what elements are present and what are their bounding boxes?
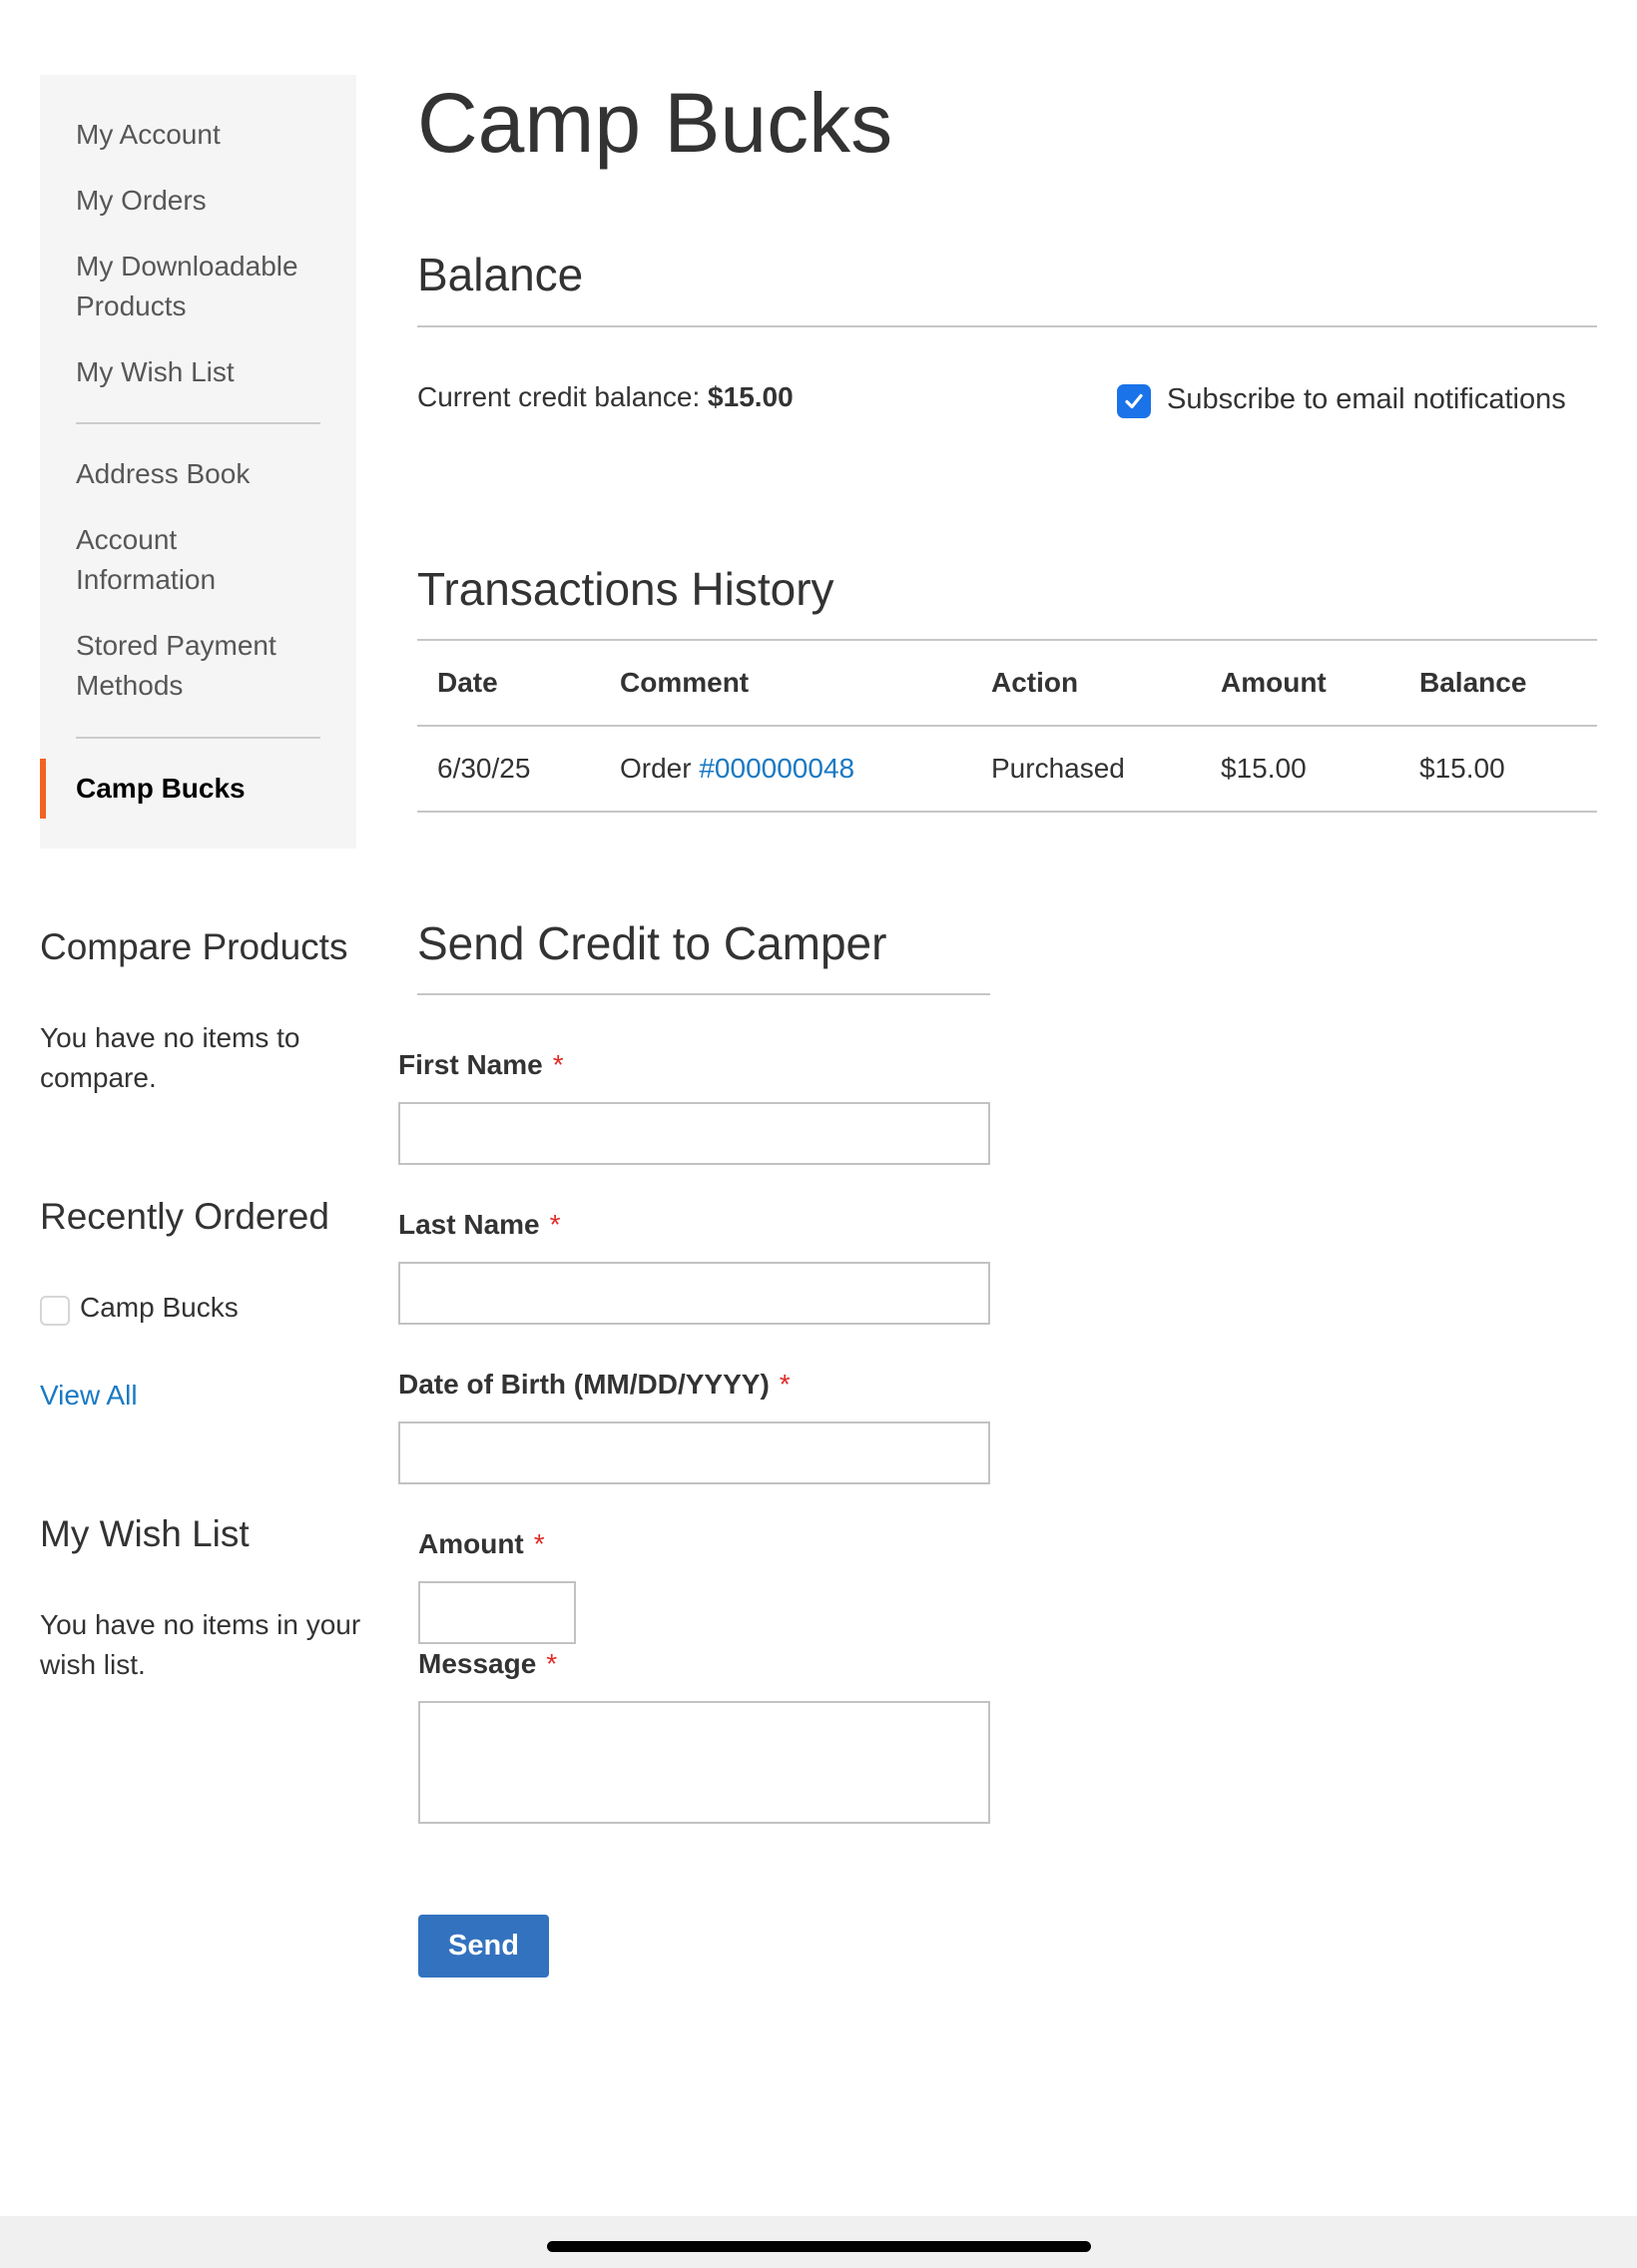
checkmark-icon — [1125, 393, 1143, 409]
dob-input[interactable] — [398, 1421, 990, 1484]
required-marker: * — [546, 1648, 558, 1679]
send-credit-title: Send Credit to Camper — [417, 917, 887, 969]
dob-label-text: Date of Birth (MM/DD/YYYY) — [398, 1369, 770, 1400]
recent-item-label: Camp Bucks — [80, 1292, 239, 1323]
message-textarea[interactable] — [418, 1701, 990, 1824]
nav-item-stored-payment-methods[interactable]: Stored Payment Methods — [76, 626, 315, 706]
last-name-label-text: Last Name — [398, 1209, 540, 1240]
balance-rule — [417, 325, 1597, 327]
home-indicator — [547, 2241, 1091, 2252]
amount-input[interactable] — [418, 1581, 576, 1644]
amount-label: Amount * — [418, 1524, 545, 1564]
credit-balance-value: $15.00 — [708, 381, 794, 412]
column-header-balance: Balance — [1399, 639, 1597, 727]
last-name-label: Last Name * — [398, 1205, 561, 1245]
column-header-action: Action — [971, 639, 1201, 727]
wishlist-empty-text: You have no items in your wish list. — [40, 1609, 361, 1680]
message-label-text: Message — [418, 1648, 537, 1679]
credit-balance-label: Current credit balance: — [417, 381, 701, 412]
last-name-input[interactable] — [398, 1262, 990, 1325]
wishlist-title: My Wish List — [40, 1513, 250, 1554]
subscribe-checkbox[interactable] — [1117, 384, 1151, 418]
account-nav: My Account My Orders My Downloadable Pro… — [40, 75, 356, 849]
required-marker: * — [552, 1049, 564, 1080]
message-label: Message * — [418, 1644, 557, 1684]
transactions-title: Transactions History — [417, 563, 834, 615]
dob-label: Date of Birth (MM/DD/YYYY) * — [398, 1365, 791, 1405]
balance-title: Balance — [417, 249, 584, 300]
send-button[interactable]: Send — [418, 1915, 549, 1978]
subscribe-label[interactable]: Subscribe to email notifications — [1167, 379, 1566, 419]
nav-item-camp-bucks[interactable]: Camp Bucks — [76, 769, 246, 809]
nav-item-my-account[interactable]: My Account — [76, 115, 221, 155]
recently-ordered-title: Recently Ordered — [40, 1196, 329, 1237]
cell-amount: $15.00 — [1201, 726, 1399, 813]
order-link[interactable]: #000000048 — [699, 753, 854, 784]
table-row: 6/30/25 Order #000000048 Purchased $15.0… — [417, 726, 1597, 813]
cell-date: 6/30/25 — [417, 726, 600, 813]
amount-label-text: Amount — [418, 1528, 524, 1559]
credit-balance: Current credit balance: $15.00 — [417, 377, 794, 417]
cell-action: Purchased — [971, 726, 1201, 813]
nav-item-my-downloadable-products[interactable]: My Downloadable Products — [76, 247, 335, 326]
page-title: Camp Bucks — [417, 76, 893, 170]
nav-divider — [76, 422, 320, 424]
table-header-row: Date Comment Action Amount Balance — [417, 639, 1597, 727]
column-header-comment: Comment — [600, 639, 971, 727]
nav-item-account-information[interactable]: Account Information — [76, 520, 275, 600]
column-header-date: Date — [417, 639, 600, 727]
compare-products-title: Compare Products — [40, 926, 348, 967]
first-name-label-text: First Name — [398, 1049, 543, 1080]
cell-comment: Order #000000048 — [600, 726, 971, 813]
nav-item-address-book[interactable]: Address Book — [76, 454, 250, 494]
nav-item-my-orders[interactable]: My Orders — [76, 181, 207, 221]
send-credit-rule — [417, 993, 990, 995]
first-name-input[interactable] — [398, 1102, 990, 1165]
transactions-table: Date Comment Action Amount Balance 6/30/… — [417, 639, 1597, 813]
required-marker: * — [779, 1369, 791, 1400]
nav-active-indicator — [40, 759, 46, 819]
column-header-amount: Amount — [1201, 639, 1399, 727]
required-marker: * — [549, 1209, 561, 1240]
compare-empty-text: You have no items to compare. — [40, 1022, 300, 1093]
recent-item-checkbox[interactable] — [40, 1296, 70, 1326]
view-all-link[interactable]: View All — [40, 1376, 389, 1416]
required-marker: * — [533, 1528, 545, 1559]
first-name-label: First Name * — [398, 1045, 564, 1085]
cell-balance: $15.00 — [1399, 726, 1597, 813]
nav-item-my-wish-list[interactable]: My Wish List — [76, 352, 235, 392]
comment-prefix: Order — [620, 753, 692, 784]
nav-divider — [76, 737, 320, 739]
